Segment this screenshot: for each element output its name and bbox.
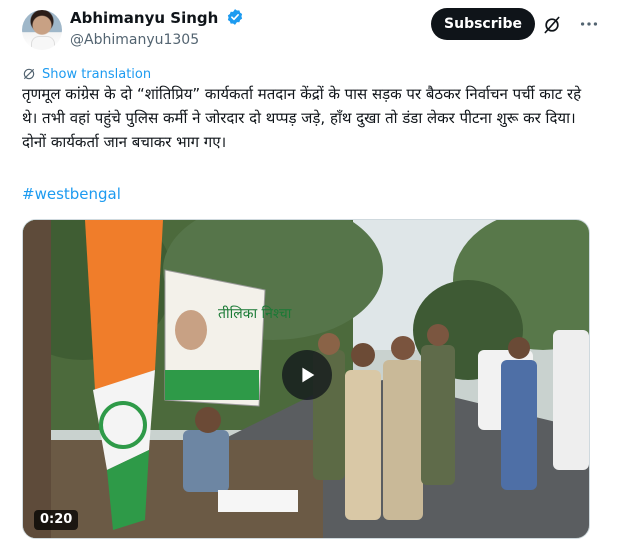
play-button[interactable] bbox=[282, 350, 332, 400]
video-duration: 0:20 bbox=[34, 510, 79, 530]
translate-icon bbox=[23, 68, 35, 80]
subscribe-button[interactable]: Subscribe bbox=[431, 8, 535, 40]
tweet-header: Abhimanyu Singh @Abhimanyu1305 Subscribe bbox=[22, 8, 598, 50]
verified-badge-icon[interactable] bbox=[226, 8, 244, 30]
display-name[interactable]: Abhimanyu Singh bbox=[70, 8, 218, 28]
tweet-text: तृणमूल कांग्रेस के दो “शांतिप्रिय” कार्य… bbox=[22, 85, 582, 151]
more-icon[interactable] bbox=[577, 12, 601, 36]
grok-icon[interactable] bbox=[542, 15, 562, 35]
show-translation-label[interactable]: Show translation bbox=[42, 67, 151, 82]
play-icon bbox=[302, 367, 315, 383]
avatar[interactable] bbox=[22, 10, 62, 50]
show-translation-link[interactable]: Show translation bbox=[22, 65, 151, 83]
hashtag-link[interactable]: #westbengal bbox=[22, 183, 121, 205]
handle[interactable]: @Abhimanyu1305 bbox=[70, 30, 244, 50]
author-names: Abhimanyu Singh @Abhimanyu1305 bbox=[70, 8, 244, 50]
banner-text: तीलिका निश्चा bbox=[218, 305, 292, 322]
